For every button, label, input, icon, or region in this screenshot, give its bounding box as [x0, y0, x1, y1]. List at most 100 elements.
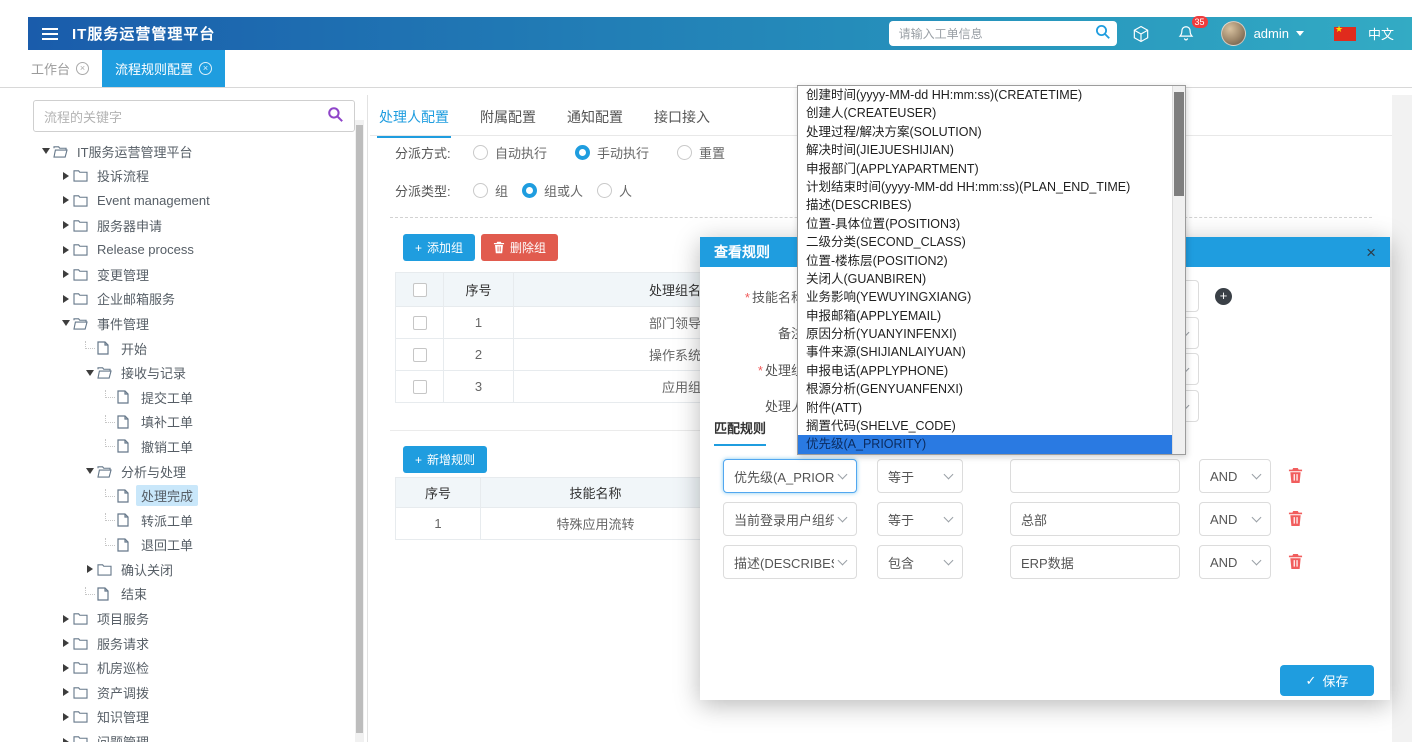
caret-right-icon[interactable] [58, 615, 73, 623]
dispatch-mode-option-0[interactable]: 自动执行 [473, 143, 547, 162]
tab-close-icon[interactable]: × [199, 62, 212, 75]
dropdown-scroll-thumb[interactable] [1174, 92, 1184, 196]
rule-logic-select[interactable]: AND [1199, 502, 1271, 536]
tree-item[interactable]: 开始 [28, 336, 353, 361]
caret-right-icon[interactable] [58, 295, 73, 303]
rule-value-input[interactable]: ERP数据 [1010, 545, 1180, 579]
dropdown-option[interactable]: 事件来源(SHIJIANLAIYUAN) [798, 343, 1172, 361]
sidebar-scroll-thumb[interactable] [356, 125, 363, 733]
tree-item[interactable]: 提交工单 [28, 385, 353, 410]
row-checkbox[interactable] [413, 380, 427, 394]
tree-item[interactable]: 接收与记录 [28, 360, 353, 385]
config-tab-3[interactable]: 接口接入 [652, 103, 712, 138]
search-icon[interactable] [1095, 24, 1111, 43]
row-checkbox[interactable] [413, 316, 427, 330]
dropdown-scrollbar[interactable] [1172, 86, 1185, 454]
language-switcher[interactable]: 中文 [1368, 24, 1394, 43]
match-rule-tab[interactable]: 匹配规则 [714, 418, 766, 446]
dropdown-option[interactable]: 位置-具体位置(POSITION3) [798, 215, 1172, 233]
dropdown-option[interactable]: 创建时间(yyyy-MM-dd HH:mm:ss)(CREATETIME) [798, 86, 1172, 104]
add-rule-button[interactable]: + 新增规则 [403, 446, 487, 473]
process-keyword-input[interactable]: 流程的关键字 [33, 100, 355, 132]
caret-down-icon[interactable] [82, 468, 97, 474]
rule-logic-select[interactable]: AND [1199, 545, 1271, 579]
tree-item[interactable]: 处理完成 [28, 483, 353, 508]
dropdown-option[interactable]: 计划结束时间(yyyy-MM-dd HH:mm:ss)(PLAN_END_TIM… [798, 178, 1172, 196]
rule-operator-select[interactable]: 包含 [877, 545, 963, 579]
row-checkbox[interactable] [413, 348, 427, 362]
radio-icon[interactable] [522, 183, 537, 198]
ticket-search-input[interactable]: 请输入工单信息 [889, 21, 1117, 46]
config-tab-1[interactable]: 附属配置 [478, 103, 538, 138]
dropdown-option[interactable]: 申报电话(APPLYPHONE) [798, 362, 1172, 380]
dispatch-type-option-1[interactable]: 组或人 [522, 181, 583, 200]
add-item-icon[interactable]: + [1215, 288, 1232, 305]
caret-right-icon[interactable] [58, 664, 73, 672]
sidebar-scrollbar[interactable] [355, 120, 364, 742]
rule-logic-select[interactable]: AND [1199, 459, 1271, 493]
caret-right-icon[interactable] [58, 639, 73, 647]
tree-item[interactable]: 结束 [28, 582, 353, 607]
tree-item[interactable]: 转派工单 [28, 508, 353, 533]
apps-cube-icon[interactable] [1131, 24, 1151, 44]
caret-down-icon[interactable] [38, 148, 53, 154]
tree-item[interactable]: Release process [28, 237, 353, 262]
rule-field-select[interactable]: 优先级(A_PRIORITY) [723, 459, 857, 493]
notifications-bell-icon[interactable]: 35 [1177, 24, 1195, 43]
dropdown-option[interactable]: 二级分类(SECOND_CLASS) [798, 233, 1172, 251]
dropdown-option[interactable]: 优先级(A_PRIORITY) [798, 435, 1172, 453]
dispatch-mode-option-1[interactable]: 手动执行 [575, 143, 649, 162]
tree-item[interactable]: 项目服务 [28, 606, 353, 631]
caret-right-icon[interactable] [82, 565, 97, 573]
rule-value-input[interactable]: 总部 [1010, 502, 1180, 536]
tree-item[interactable]: IT服务运营管理平台 [28, 139, 353, 164]
caret-down-icon[interactable] [58, 320, 73, 326]
dropdown-option[interactable]: 申报邮箱(APPLYEMAIL) [798, 307, 1172, 325]
dropdown-option[interactable]: 关闭人(GUANBIREN) [798, 270, 1172, 288]
radio-icon[interactable] [473, 145, 488, 160]
tree-item[interactable]: 分析与处理 [28, 459, 353, 484]
dropdown-option[interactable]: 申报部门(APPLYAPARTMENT) [798, 160, 1172, 178]
add-group-button[interactable]: + 添加组 [403, 234, 475, 261]
caret-right-icon[interactable] [58, 246, 73, 254]
tree-item[interactable]: 撤销工单 [28, 434, 353, 459]
rule-field-select[interactable]: 描述(DESCRIBES) [723, 545, 857, 579]
dropdown-option[interactable]: 根源分析(GENYUANFENXI) [798, 380, 1172, 398]
radio-icon[interactable] [677, 145, 692, 160]
tree-item[interactable]: 填补工单 [28, 410, 353, 435]
radio-icon[interactable] [575, 145, 590, 160]
dropdown-option[interactable]: 处理过程/解决方案(SOLUTION) [798, 123, 1172, 141]
tree-item[interactable]: 退回工单 [28, 533, 353, 558]
tree-item[interactable]: 确认关闭 [28, 557, 353, 582]
user-avatar[interactable] [1221, 21, 1246, 46]
tree-item[interactable]: 服务器申请 [28, 213, 353, 238]
delete-group-button[interactable]: 删除组 [481, 234, 558, 261]
caret-right-icon[interactable] [58, 738, 73, 742]
rule-value-input[interactable] [1010, 459, 1180, 493]
tree-item[interactable]: 知识管理 [28, 705, 353, 730]
radio-icon[interactable] [597, 183, 612, 198]
dropdown-option[interactable]: 搁置代码(SHELVE_CODE) [798, 417, 1172, 435]
dropdown-option[interactable]: 创建人(CREATEUSER) [798, 104, 1172, 122]
tree-item[interactable]: 资产调拨 [28, 680, 353, 705]
dropdown-option[interactable]: 业务影响(YEWUYINGXIANG) [798, 288, 1172, 306]
tree-item[interactable]: 企业邮箱服务 [28, 287, 353, 312]
dropdown-option[interactable]: 描述(DESCRIBES) [798, 196, 1172, 214]
tree-item[interactable]: Event management [28, 188, 353, 213]
select-all-checkbox[interactable] [413, 283, 427, 297]
dropdown-option[interactable]: 附件(ATT) [798, 399, 1172, 417]
delete-rule-icon[interactable] [1288, 467, 1304, 485]
dispatch-mode-option-2[interactable]: 重置 [677, 143, 725, 162]
caret-down-icon[interactable] [82, 370, 97, 376]
rule-operator-select[interactable]: 等于 [877, 459, 963, 493]
caret-right-icon[interactable] [58, 270, 73, 278]
tab-close-icon[interactable]: × [76, 62, 89, 75]
delete-rule-icon[interactable] [1288, 510, 1304, 528]
delete-rule-icon[interactable] [1288, 553, 1304, 571]
tree-item[interactable]: 服务请求 [28, 631, 353, 656]
tree-item[interactable]: 投诉流程 [28, 164, 353, 189]
caret-right-icon[interactable] [58, 221, 73, 229]
dropdown-option[interactable]: 位置-楼栋层(POSITION2) [798, 252, 1172, 270]
rule-operator-select[interactable]: 等于 [877, 502, 963, 536]
caret-right-icon[interactable] [58, 688, 73, 696]
